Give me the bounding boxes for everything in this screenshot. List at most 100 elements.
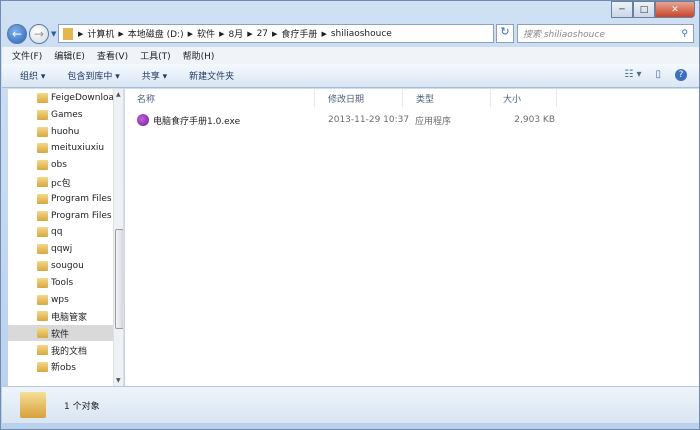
preview-pane-icon[interactable]: ▯: [655, 69, 661, 81]
file-row[interactable]: 电脑食疗手册1.0.exe 2013-11-29 10:37 应用程序 2,90…: [137, 112, 577, 128]
include-in-library-button[interactable]: 包含到库中 ▾: [67, 69, 119, 82]
folder-icon: [37, 93, 48, 103]
folder-icon: [37, 361, 48, 372]
organize-button[interactable]: 组织 ▾: [20, 69, 45, 82]
nav-item-label: pc包: [51, 178, 71, 189]
nav-item-label: Program Files: [51, 210, 112, 221]
file-list: 名称 修改日期 类型 大小 电脑食疗手册1.0.exe 2013-11-29 1…: [125, 89, 699, 386]
nav-item[interactable]: qqwj: [8, 241, 113, 257]
nav-scrollbar[interactable]: ▲ ▼: [113, 89, 123, 386]
folder-icon: [37, 210, 48, 221]
search-input[interactable]: 搜索 shiliaoshouce ⚲: [517, 24, 694, 43]
folder-icon: [37, 227, 48, 238]
recent-pages-dropdown-icon[interactable]: ▼: [51, 30, 56, 38]
forward-button[interactable]: →: [29, 24, 49, 44]
explorer-window: ─ □ ✕ ← → ▼ ▶ 计算机 ▶ 本地磁盘 (D:) ▶ 软件 ▶ 8月 ▶ 27 ▶ 食疗手册…: [0, 0, 700, 430]
nav-item-label: Program Files: [51, 193, 112, 204]
scrollbar-thumb[interactable]: [115, 229, 123, 329]
nav-item-label: 电脑管家: [51, 312, 88, 323]
menu-tools[interactable]: 工具(T): [140, 49, 171, 62]
nav-item[interactable]: pc包: [8, 174, 113, 190]
nav-item[interactable]: sougou: [8, 258, 113, 274]
folder-icon: [37, 109, 48, 120]
folder-icon: [37, 311, 48, 322]
nav-item[interactable]: qq: [8, 224, 113, 240]
folder-icon: [37, 126, 48, 137]
folder-icon: [20, 392, 46, 418]
maximize-button[interactable]: □: [633, 1, 655, 18]
nav-item-label: qq: [51, 227, 63, 238]
nav-item[interactable]: 软件: [8, 325, 113, 342]
command-bar: 组织 ▾ 包含到库中 ▾ 共享 ▾ 新建文件夹 ☷ ▾ ▯ ?: [2, 64, 699, 88]
menu-bar: 文件(F) 编辑(E) 查看(V) 工具(T) 帮助(H): [2, 47, 699, 64]
folder-icon: [37, 177, 48, 187]
breadcrumb-separator-icon[interactable]: ▶: [78, 30, 83, 38]
search-placeholder: 搜索 shiliaoshouce: [523, 30, 605, 40]
breadcrumb-item[interactable]: 软件: [197, 27, 215, 40]
folder-icon: [63, 27, 73, 40]
column-type[interactable]: 类型: [404, 89, 491, 107]
nav-item[interactable]: Tools: [8, 275, 113, 291]
folder-icon: [37, 345, 48, 355]
nav-item[interactable]: obs: [8, 157, 113, 173]
scroll-up-icon[interactable]: ▲: [116, 91, 121, 98]
breadcrumb-separator-icon[interactable]: ▶: [321, 30, 326, 38]
folder-icon: [37, 160, 48, 171]
nav-item[interactable]: 我的文档: [8, 342, 113, 358]
menu-file[interactable]: 文件(F): [12, 49, 42, 62]
back-button[interactable]: ←: [7, 24, 27, 44]
file-type: 应用程序: [415, 116, 452, 127]
nav-item[interactable]: Program Files: [8, 208, 113, 224]
folder-icon: [37, 244, 48, 255]
help-icon[interactable]: ?: [675, 69, 687, 81]
breadcrumb-item[interactable]: 食疗手册: [281, 27, 317, 40]
item-count: 1 个对象: [64, 401, 100, 412]
nav-item-label: wps: [51, 294, 69, 305]
address-bar[interactable]: ▶ 计算机 ▶ 本地磁盘 (D:) ▶ 软件 ▶ 8月 ▶ 27 ▶ 食疗手册 ▶ shiliaoshou…: [58, 24, 494, 43]
breadcrumb-item[interactable]: 计算机: [87, 27, 114, 40]
menu-view[interactable]: 查看(V): [97, 49, 128, 62]
column-name[interactable]: 名称: [125, 89, 315, 107]
nav-item-label: qqwj: [51, 244, 73, 255]
nav-item[interactable]: Games: [8, 107, 113, 123]
breadcrumb-separator-icon[interactable]: ▶: [118, 30, 123, 38]
breadcrumb-separator-icon[interactable]: ▶: [188, 30, 193, 38]
nav-item-label: meituxiuxiu: [51, 143, 105, 154]
nav-item[interactable]: 电脑管家: [8, 308, 113, 324]
breadcrumb-item[interactable]: shiliaoshouce: [331, 29, 392, 39]
breadcrumb-separator-icon[interactable]: ▶: [247, 30, 252, 38]
breadcrumb-item[interactable]: 8月: [228, 27, 243, 40]
nav-item-label: obs: [51, 160, 67, 171]
folder-icon: [37, 193, 48, 204]
scroll-down-icon[interactable]: ▼: [116, 377, 121, 384]
folder-icon: [37, 143, 48, 154]
folder-icon: [37, 277, 48, 288]
breadcrumb-item[interactable]: 本地磁盘 (D:): [128, 27, 184, 40]
breadcrumb-separator-icon[interactable]: ▶: [219, 30, 224, 38]
folder-icon: [37, 294, 48, 305]
new-folder-button[interactable]: 新建文件夹: [189, 69, 234, 82]
nav-item[interactable]: huohu: [8, 124, 113, 140]
nav-item-label: Tools: [51, 277, 74, 288]
column-size[interactable]: 大小: [491, 89, 557, 107]
menu-help[interactable]: 帮助(H): [183, 49, 215, 62]
column-date[interactable]: 修改日期: [316, 89, 403, 107]
menu-edit[interactable]: 编辑(E): [54, 49, 85, 62]
nav-item-label: 新obs: [51, 363, 76, 374]
nav-item-label: FeigeDownloa: [51, 93, 113, 103]
minimize-button[interactable]: ─: [611, 1, 633, 18]
search-icon[interactable]: ⚲: [681, 29, 688, 39]
nav-item[interactable]: wps: [8, 292, 113, 308]
nav-item[interactable]: 新obs: [8, 359, 113, 375]
nav-item[interactable]: Program Files: [8, 191, 113, 207]
views-icon[interactable]: ☷ ▾: [624, 69, 641, 81]
breadcrumb-item[interactable]: 27: [257, 29, 268, 39]
close-button[interactable]: ✕: [655, 1, 695, 18]
share-button[interactable]: 共享 ▾: [142, 69, 167, 82]
nav-item[interactable]: FeigeDownloa: [8, 90, 113, 106]
folder-icon: [37, 328, 48, 339]
navigation-pane: 新obs 我的文档 软件 电脑管家 wps Tools sougou qqwj qq Progra…: [8, 89, 124, 386]
refresh-button[interactable]: ↻: [496, 24, 514, 43]
nav-item[interactable]: meituxiuxiu: [8, 140, 113, 156]
breadcrumb-separator-icon[interactable]: ▶: [272, 30, 277, 38]
